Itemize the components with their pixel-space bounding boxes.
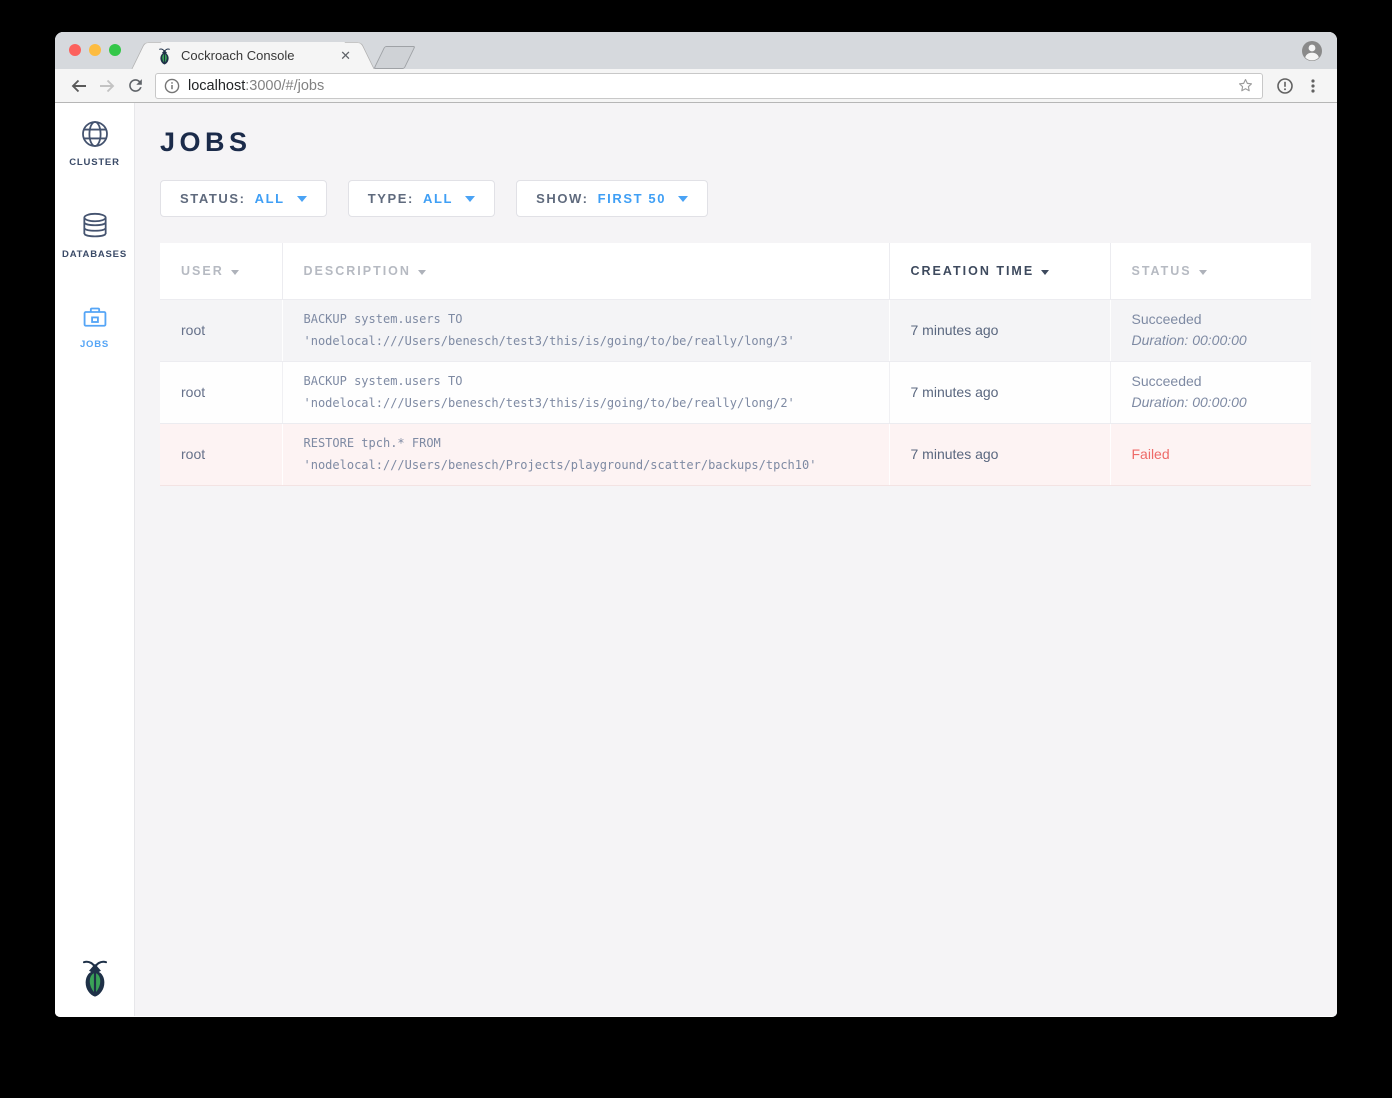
job-status: Succeeded Duration: 00:00:00 [1110, 361, 1311, 423]
sort-arrow-icon [418, 270, 426, 275]
extension-alert-icon[interactable] [1271, 72, 1299, 100]
globe-icon [79, 118, 111, 150]
table-row: root BACKUP system.users TO 'nodelocal:/… [160, 361, 1311, 423]
browser-window: Cockroach Console ✕ [55, 32, 1337, 1017]
sidebar-item-databases[interactable]: DATABASES [55, 210, 134, 260]
tab-title: Cockroach Console [181, 48, 338, 63]
url-text: localhost:3000/#/jobs [188, 78, 1237, 94]
sidebar-item-label: JOBS [80, 339, 109, 350]
cockroach-favicon-icon [157, 47, 172, 65]
browser-tab[interactable]: Cockroach Console ✕ [147, 42, 359, 69]
forward-button[interactable] [93, 72, 121, 100]
filter-value: ALL [423, 191, 453, 206]
jobs-table: USER DESCRIPTION CREATION TIME STATUS ro… [160, 243, 1311, 486]
page-title: JOBS [160, 127, 1311, 158]
window-controls [69, 44, 121, 56]
cockroach-logo [55, 957, 134, 998]
job-status: Failed [1110, 423, 1311, 485]
url-path: :3000/#/jobs [245, 78, 324, 94]
browser-menu-icon[interactable] [1299, 72, 1327, 100]
chevron-down-icon [678, 196, 688, 202]
job-user: root [160, 423, 282, 485]
filter-label: SHOW: [536, 191, 589, 206]
chevron-down-icon [465, 196, 475, 202]
column-header-status[interactable]: STATUS [1110, 243, 1311, 299]
job-description: RESTORE tpch.* FROM 'nodelocal:///Users/… [282, 423, 889, 485]
job-description: BACKUP system.users TO 'nodelocal:///Use… [282, 361, 889, 423]
sidebar-item-label: DATABASES [62, 249, 127, 260]
filter-label: TYPE: [368, 191, 414, 206]
jobs-page: JOBS STATUS: ALL TYPE: ALL SHOW: FIRST 5… [135, 103, 1337, 1016]
sidebar-item-cluster[interactable]: CLUSTER [55, 118, 134, 168]
job-description: BACKUP system.users TO 'nodelocal:///Use… [282, 299, 889, 361]
column-header-description[interactable]: DESCRIPTION [282, 243, 889, 299]
new-tab-button[interactable] [373, 46, 415, 69]
status-text: Failed [1132, 444, 1312, 465]
filter-value: ALL [255, 191, 285, 206]
job-duration: Duration: 00:00:00 [1132, 392, 1312, 413]
job-user: root [160, 299, 282, 361]
address-bar[interactable]: localhost:3000/#/jobs [155, 73, 1263, 99]
job-duration: Duration: 00:00:00 [1132, 330, 1312, 351]
back-button[interactable] [65, 72, 93, 100]
job-status: Succeeded Duration: 00:00:00 [1110, 299, 1311, 361]
sort-arrow-icon [1199, 270, 1207, 275]
briefcase-icon [80, 302, 110, 332]
database-icon [79, 210, 111, 242]
filter-label: STATUS: [180, 191, 246, 206]
job-user: root [160, 361, 282, 423]
page-info-icon[interactable] [164, 78, 180, 94]
sort-arrow-icon [231, 270, 239, 275]
minimize-window-button[interactable] [89, 44, 101, 56]
browser-toolbar: localhost:3000/#/jobs [55, 69, 1337, 103]
status-filter-dropdown[interactable]: STATUS: ALL [160, 180, 327, 217]
reload-button[interactable] [121, 72, 149, 100]
browser-tab-strip: Cockroach Console ✕ [55, 32, 1337, 69]
url-host: localhost [188, 78, 245, 94]
status-text: Succeeded [1132, 371, 1312, 392]
table-row: root BACKUP system.users TO 'nodelocal:/… [160, 299, 1311, 361]
zoom-window-button[interactable] [109, 44, 121, 56]
table-header-row: USER DESCRIPTION CREATION TIME STATUS [160, 243, 1311, 299]
job-creation-time: 7 minutes ago [889, 361, 1110, 423]
sort-arrow-icon [1041, 270, 1049, 275]
job-creation-time: 7 minutes ago [889, 423, 1110, 485]
sidebar-item-label: CLUSTER [69, 157, 119, 168]
close-window-button[interactable] [69, 44, 81, 56]
filter-value: FIRST 50 [598, 191, 666, 206]
sidebar-item-jobs[interactable]: JOBS [55, 302, 134, 350]
bookmark-star-icon[interactable] [1237, 77, 1254, 94]
sidebar: CLUSTER DATABASES [55, 103, 135, 1016]
show-filter-dropdown[interactable]: SHOW: FIRST 50 [516, 180, 708, 217]
table-row: root RESTORE tpch.* FROM 'nodelocal:///U… [160, 423, 1311, 485]
column-header-user[interactable]: USER [160, 243, 282, 299]
column-header-creation-time[interactable]: CREATION TIME [889, 243, 1110, 299]
job-creation-time: 7 minutes ago [889, 299, 1110, 361]
chevron-down-icon [297, 196, 307, 202]
status-text: Succeeded [1132, 309, 1312, 330]
type-filter-dropdown[interactable]: TYPE: ALL [348, 180, 495, 217]
profile-avatar-icon[interactable] [1300, 39, 1324, 63]
tab-close-icon[interactable]: ✕ [338, 47, 353, 64]
filters-bar: STATUS: ALL TYPE: ALL SHOW: FIRST 50 [160, 180, 1311, 217]
